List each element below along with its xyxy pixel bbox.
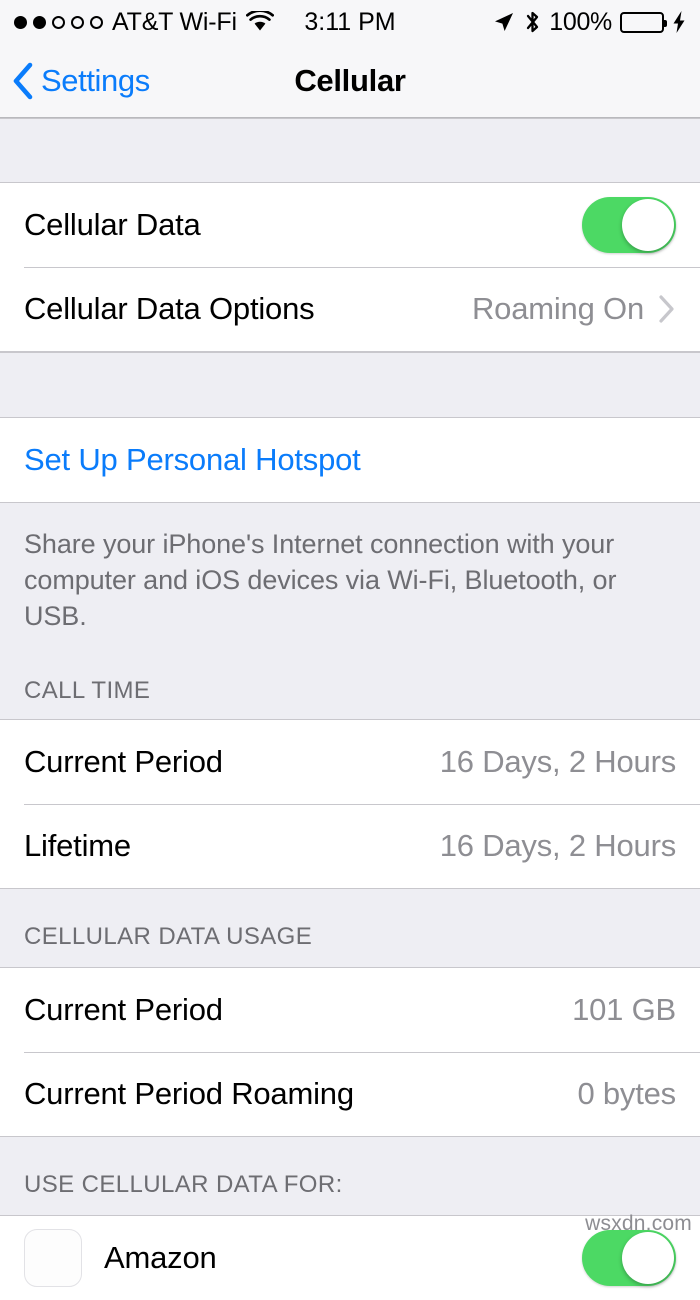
data-usage-roaming-value: 0 bytes [577,1075,676,1111]
signal-dot-2 [33,15,46,29]
battery-percent-label: 100% [549,7,612,36]
cellular-data-group: Cellular Data Cellular Data Options Roam… [0,183,700,352]
toggle-knob [622,199,674,251]
chevron-left-icon [13,62,33,99]
signal-dot-4 [71,15,84,29]
data-usage-group: Current Period 101 GB Current Period Roa… [0,966,700,1137]
toggle-knob [622,1231,674,1284]
set-up-personal-hotspot-label: Set Up Personal Hotspot [24,442,361,477]
use-cellular-data-header-label: USE CELLULAR DATA FOR: [24,1170,343,1198]
back-button-label: Settings [41,62,150,98]
hotspot-footer-note: Share your iPhone's Internet connection … [0,503,700,657]
row-cellular-data[interactable]: Cellular Data [0,183,700,267]
iphone-screen: AT&T Wi-Fi 3:11 PM 100% Settings Cellula… [0,0,700,1300]
amazon-app-icon [24,1228,82,1287]
section-gap-top [0,118,700,183]
cellular-data-right [582,197,676,253]
amazon-app-label: Amazon [104,1239,217,1275]
row-call-time-current-period: Current Period 16 Days, 2 Hours [0,719,700,804]
cellular-data-label: Cellular Data [24,207,201,242]
call-time-section-header: CALL TIME [0,656,700,719]
battery-icon [620,11,667,33]
call-time-current-period-right: 16 Days, 2 Hours [440,744,676,780]
row-call-time-lifetime: Lifetime 16 Days, 2 Hours [0,803,700,888]
cellular-data-options-value: Roaming On [471,291,644,326]
location-arrow-icon [495,13,514,31]
call-time-lifetime-value: 16 Days, 2 Hours [439,827,676,863]
call-time-lifetime-label: Lifetime [24,827,131,863]
amazon-app-right [582,1229,676,1286]
data-usage-current-period-label: Current Period [24,991,223,1027]
amazon-app-toggle[interactable] [582,1229,676,1286]
cellular-data-toggle[interactable] [582,197,676,253]
data-usage-header-label: CELLULAR DATA USAGE [24,922,313,950]
watermark: wsxdn.com [585,1212,692,1235]
navigation-bar: Settings Cellular [0,44,700,118]
wifi-icon [245,11,274,31]
data-usage-roaming-right: 0 bytes [577,1076,676,1112]
data-usage-current-period-value: 101 GB [572,991,676,1027]
data-usage-section-header: CELLULAR DATA USAGE [0,888,700,967]
data-usage-current-period-right: 101 GB [572,992,676,1028]
signal-strength-dots [14,15,103,29]
cellular-data-options-label: Cellular Data Options [24,291,315,326]
back-button[interactable]: Settings [12,62,150,100]
status-bar-right: 100% [492,8,686,37]
section-gap-hotspot [0,352,700,418]
data-usage-roaming-label: Current Period Roaming [24,1075,354,1111]
cellular-data-options-right: Roaming On [472,291,676,327]
signal-dot-1 [14,15,27,29]
use-cellular-data-section-header: USE CELLULAR DATA FOR: [0,1136,700,1215]
call-time-current-period-value: 16 Days, 2 Hours [439,743,676,779]
row-data-usage-current-period-roaming: Current Period Roaming 0 bytes [0,1051,700,1136]
lightning-bolt-icon [673,11,685,33]
signal-dot-5 [90,15,103,29]
bluetooth-icon [527,11,539,33]
hotspot-group: Set Up Personal Hotspot [0,418,700,503]
battery-cap [664,19,667,27]
call-time-group: Current Period 16 Days, 2 Hours Lifetime… [0,718,700,889]
status-bar: AT&T Wi-Fi 3:11 PM 100% [0,0,700,44]
chevron-right-icon [659,295,674,323]
call-time-header-label: CALL TIME [24,676,151,704]
row-data-usage-current-period: Current Period 101 GB [0,967,700,1052]
call-time-current-period-label: Current Period [24,743,223,779]
carrier-label: AT&T Wi-Fi [112,7,237,36]
row-set-up-personal-hotspot[interactable]: Set Up Personal Hotspot [0,418,700,502]
status-bar-left: AT&T Wi-Fi [14,8,274,37]
hotspot-note-text: Share your iPhone's Internet connection … [24,529,617,631]
signal-dot-3 [52,15,65,29]
row-cellular-data-options[interactable]: Cellular Data Options Roaming On [0,267,700,351]
call-time-lifetime-right: 16 Days, 2 Hours [440,828,676,864]
